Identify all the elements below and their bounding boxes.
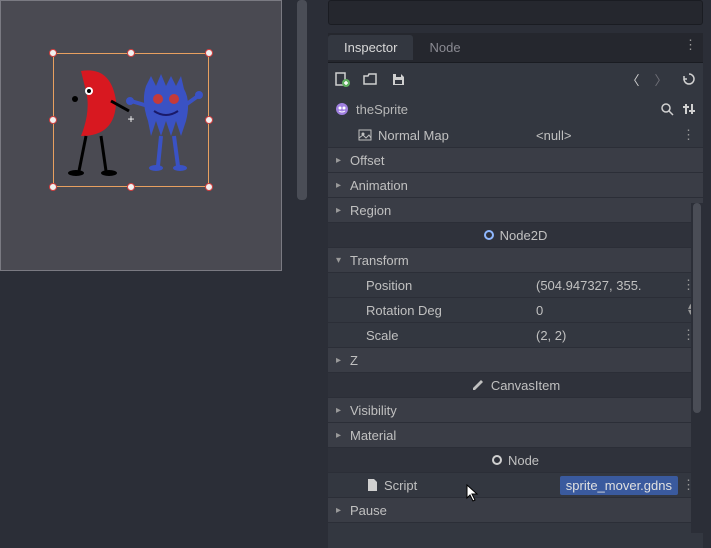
class-label: Node2D	[500, 228, 548, 243]
scrollbar-thumb[interactable]	[693, 203, 701, 413]
resize-handle[interactable]	[49, 49, 57, 57]
section-label: Pause	[350, 503, 387, 518]
object-name: theSprite	[356, 102, 408, 117]
top-filter-bar[interactable]	[328, 0, 703, 25]
prop-label: Rotation Deg	[336, 303, 536, 318]
prop-label: Scale	[336, 328, 536, 343]
class-label: CanvasItem	[491, 378, 560, 393]
sprite-node-icon	[334, 101, 350, 117]
sprite-red-character	[61, 61, 131, 181]
tab-node[interactable]: Node	[413, 35, 476, 60]
viewport-scrollbar[interactable]	[294, 0, 310, 271]
section-visibility[interactable]: ▸ Visibility	[328, 398, 703, 423]
property-scale[interactable]: Scale (2, 2) ⋮	[328, 323, 703, 348]
chevron-right-icon: ▸	[336, 205, 346, 216]
resize-handle[interactable]	[127, 183, 135, 191]
node2d-icon	[484, 230, 494, 240]
node-icon	[492, 455, 502, 465]
resize-handle[interactable]	[49, 183, 57, 191]
prop-label: Script	[384, 478, 417, 493]
chevron-down-icon: ▾	[336, 255, 346, 266]
history-prev-icon[interactable]: 〈	[625, 71, 641, 87]
dock-menu-icon[interactable]: ⋮	[684, 37, 697, 53]
section-offset[interactable]: ▸ Offset	[328, 148, 703, 173]
prop-value[interactable]: sprite_mover.gdns	[560, 476, 678, 495]
property-script[interactable]: Script sprite_mover.gdns ⋮	[328, 473, 703, 498]
save-resource-icon[interactable]	[390, 71, 406, 87]
history-icon[interactable]	[681, 71, 697, 87]
property-position[interactable]: Position (504.947327, 355. ⋮	[328, 273, 703, 298]
prop-menu-icon[interactable]: ⋮	[678, 127, 695, 143]
pencil-icon	[471, 378, 485, 392]
section-pause[interactable]: ▸ Pause	[328, 498, 703, 523]
prop-value[interactable]: <null>	[536, 128, 678, 143]
chevron-right-icon: ▸	[336, 430, 346, 441]
section-animation[interactable]: ▸ Animation	[328, 173, 703, 198]
prop-value[interactable]: 0	[536, 303, 688, 318]
section-label: Transform	[350, 253, 409, 268]
section-transform[interactable]: ▾ Transform	[328, 248, 703, 273]
section-material[interactable]: ▸ Material	[328, 423, 703, 448]
resize-handle[interactable]	[205, 49, 213, 57]
class-label: Node	[508, 453, 539, 468]
section-label: Visibility	[350, 403, 397, 418]
section-label: Offset	[350, 153, 384, 168]
search-icon[interactable]	[659, 101, 675, 117]
section-label: Region	[350, 203, 391, 218]
section-label: Z	[350, 353, 358, 368]
dock-tabs: Inspector Node ⋮	[328, 33, 703, 63]
chevron-right-icon: ▸	[336, 355, 346, 366]
chevron-right-icon: ▸	[336, 405, 346, 416]
history-next-icon[interactable]: 〉	[653, 71, 669, 87]
open-resource-icon[interactable]	[362, 71, 378, 87]
chevron-right-icon: ▸	[336, 155, 346, 166]
tab-inspector[interactable]: Inspector	[328, 35, 413, 60]
resize-handle[interactable]	[127, 49, 135, 57]
prop-label: Normal Map	[378, 128, 449, 143]
inspector-properties: Normal Map <null> ⋮ ▸ Offset ▸ Animation ▸…	[328, 123, 703, 548]
new-resource-icon[interactable]	[334, 71, 350, 87]
section-label: Animation	[350, 178, 408, 193]
property-normal-map[interactable]: Normal Map <null> ⋮	[328, 123, 703, 148]
prop-label: Position	[336, 278, 536, 293]
section-label: Material	[350, 428, 396, 443]
object-header: theSprite	[328, 95, 703, 123]
section-region[interactable]: ▸ Region	[328, 198, 703, 223]
prop-value[interactable]: (2, 2)	[536, 328, 678, 343]
sprite-blue-character	[126, 71, 206, 181]
class-header-node2d: Node2D	[328, 223, 703, 248]
chevron-right-icon: ▸	[336, 180, 346, 191]
editor-viewport[interactable]: +	[0, 0, 282, 271]
class-header-node: Node	[328, 448, 703, 473]
property-rotation[interactable]: Rotation Deg 0 ▴▾	[328, 298, 703, 323]
section-z[interactable]: ▸Z	[328, 348, 703, 373]
script-icon	[366, 478, 378, 492]
resize-handle[interactable]	[205, 183, 213, 191]
settings-icon[interactable]	[681, 101, 697, 117]
chevron-right-icon: ▸	[336, 505, 346, 516]
class-header-canvasitem: CanvasItem	[328, 373, 703, 398]
image-icon	[358, 128, 372, 142]
prop-value[interactable]: (504.947327, 355.	[536, 278, 678, 293]
resize-handle[interactable]	[205, 116, 213, 124]
inspector-toolbar: 〈 〉	[328, 63, 703, 95]
resize-handle[interactable]	[49, 116, 57, 124]
